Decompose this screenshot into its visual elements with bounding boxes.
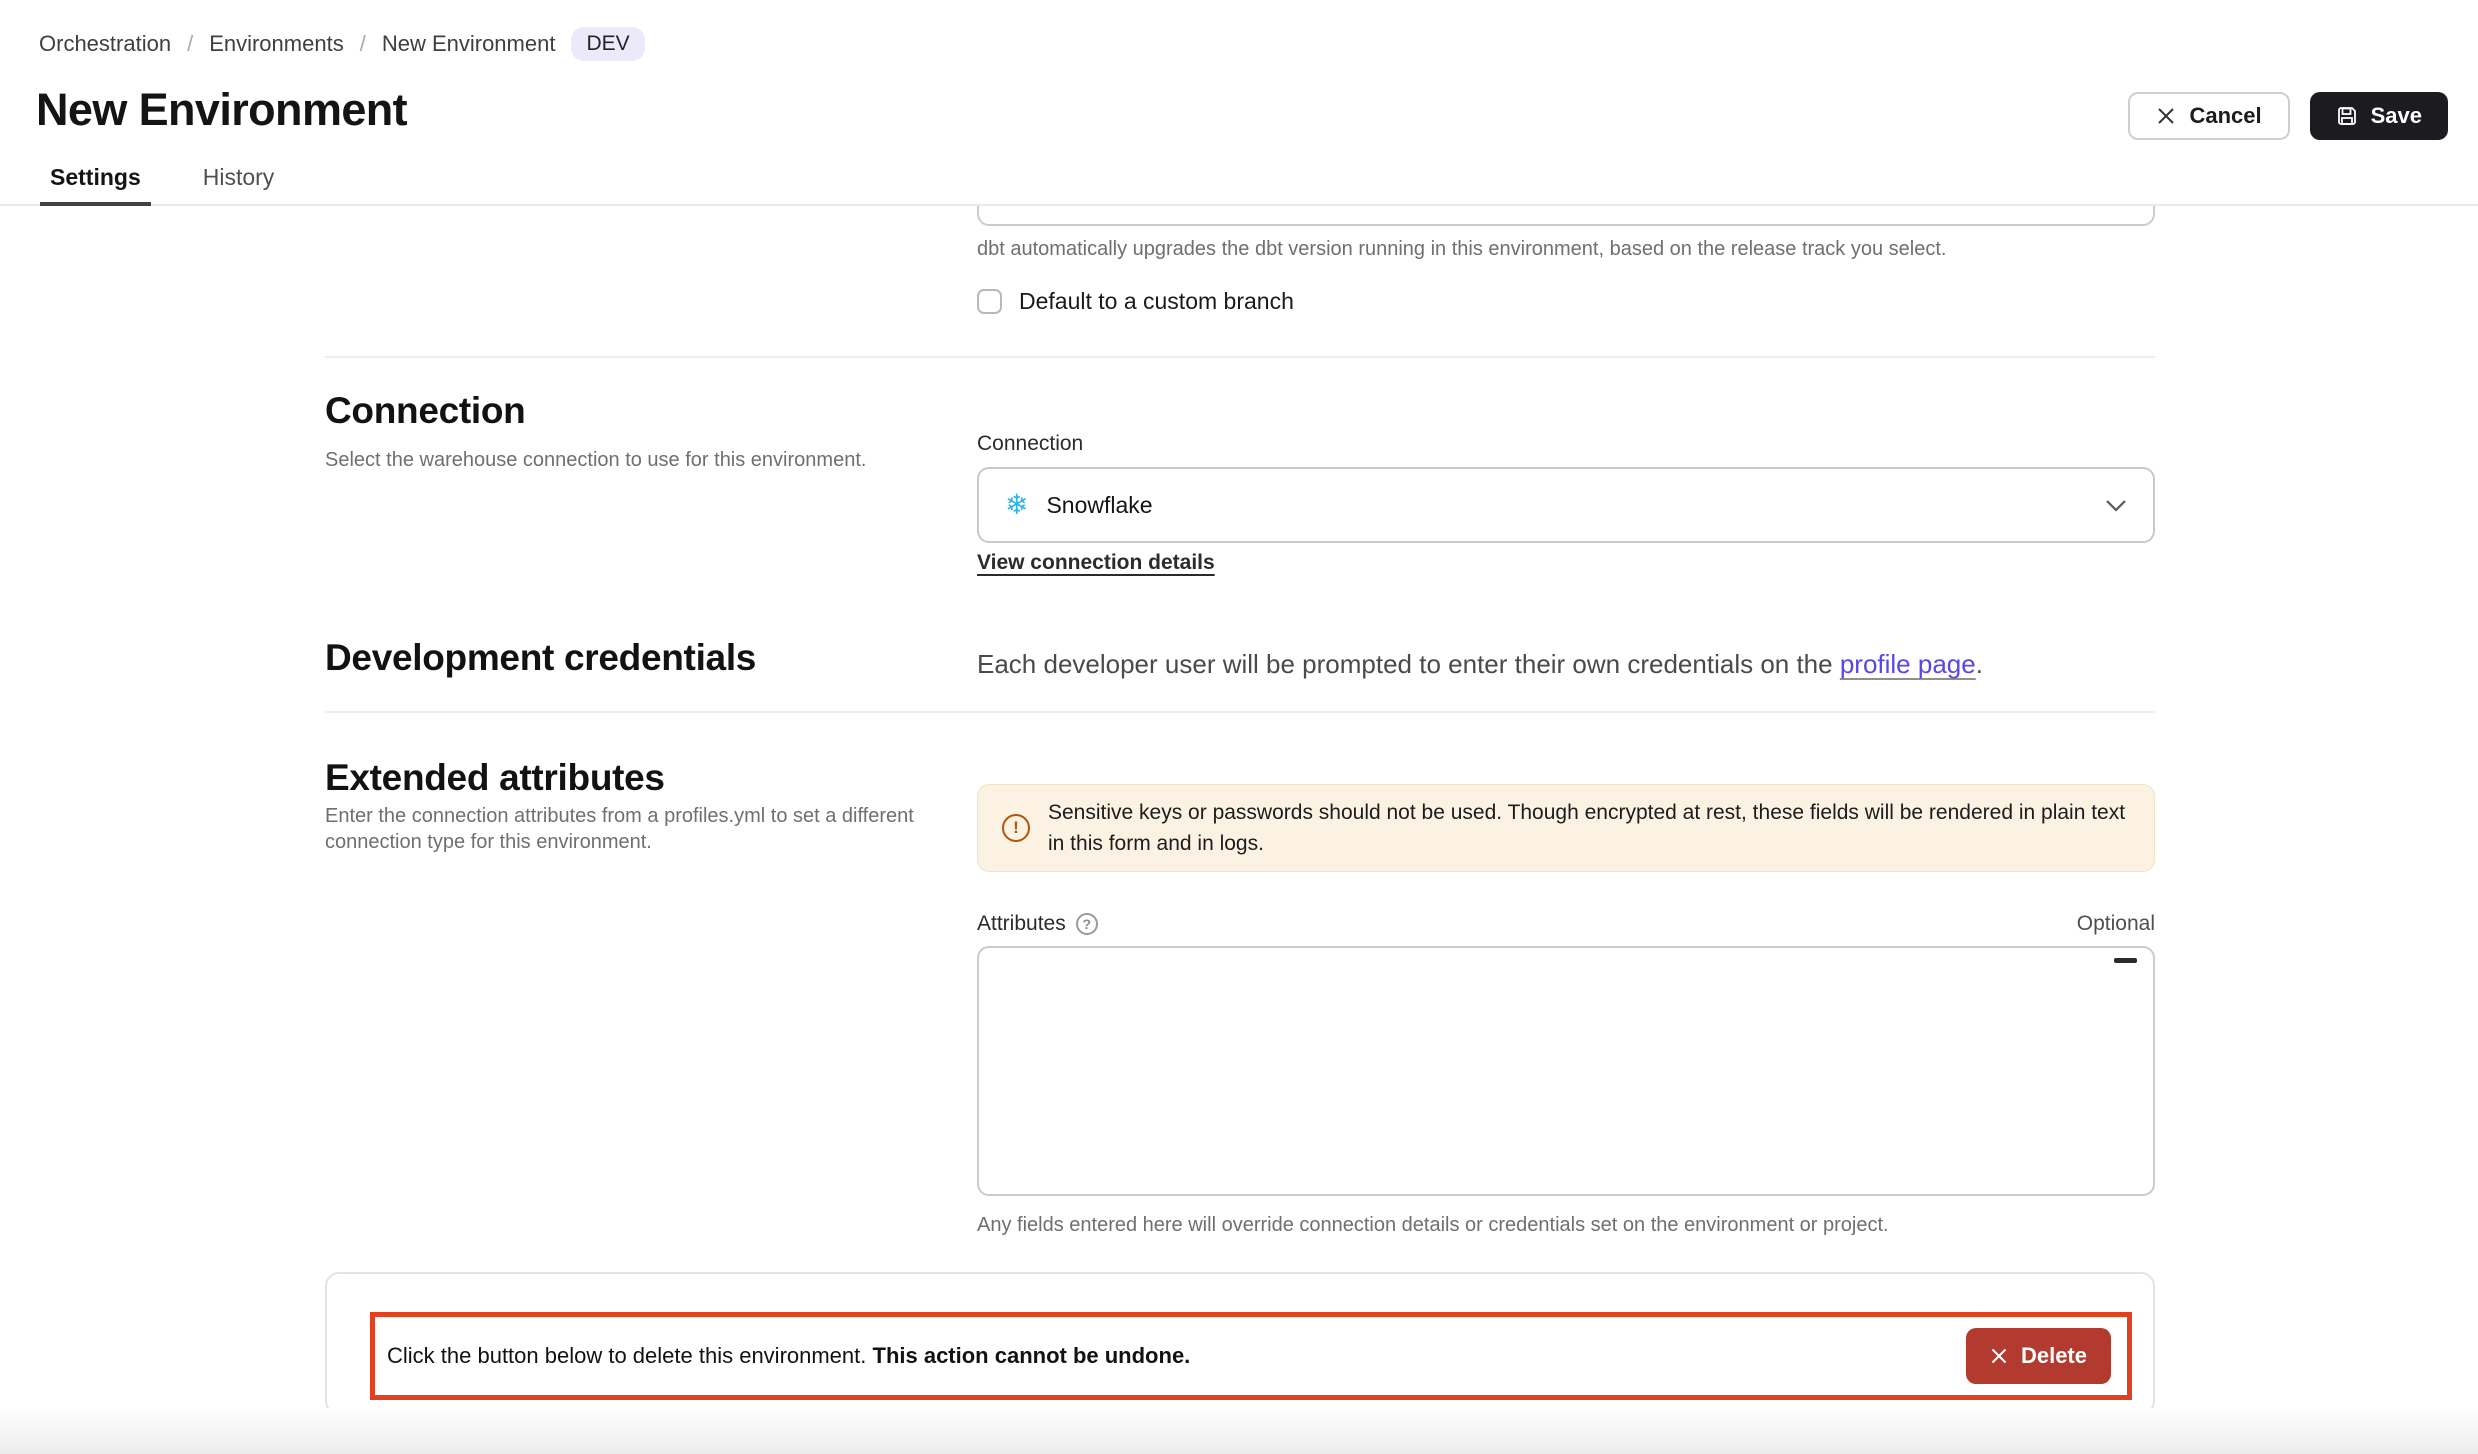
attributes-helper: Any fields entered here will override co… — [977, 1214, 1889, 1237]
save-icon — [2336, 105, 2358, 127]
connection-selected-value: Snowflake — [1046, 492, 1152, 519]
bottom-fade — [0, 1408, 2478, 1454]
tab-bar: Settings History — [0, 160, 2478, 206]
save-button[interactable]: Save — [2310, 92, 2448, 140]
connection-description: Select the warehouse connection to use f… — [325, 447, 866, 473]
breadcrumb-item-orchestration[interactable]: Orchestration — [39, 31, 171, 57]
sensitive-keys-warning-banner: ! Sensitive keys or passwords should not… — [977, 784, 2155, 872]
credentials-heading: Development credentials — [325, 637, 756, 679]
environment-settings-page: Orchestration / Environments / New Envir… — [0, 0, 2478, 1454]
danger-zone-card: Click the button below to delete this en… — [325, 1272, 2155, 1415]
close-icon — [2156, 106, 2176, 126]
tab-settings[interactable]: Settings — [46, 160, 145, 204]
section-divider — [325, 711, 2155, 713]
profile-page-link[interactable]: profile page — [1840, 649, 1976, 679]
page-title: New Environment — [36, 84, 407, 136]
optional-label: Optional — [2077, 912, 2155, 936]
tab-history[interactable]: History — [199, 160, 279, 204]
save-button-label: Save — [2371, 103, 2422, 129]
warning-text: Sensitive keys or passwords should not b… — [1048, 797, 2130, 859]
custom-branch-label: Default to a custom branch — [1019, 288, 1294, 315]
snowflake-icon: ❄ — [1005, 491, 1028, 519]
release-track-input-partial[interactable] — [977, 206, 2155, 226]
cancel-button[interactable]: Cancel — [2128, 92, 2289, 140]
connection-select[interactable]: ❄ Snowflake — [977, 467, 2155, 543]
extended-attributes-heading: Extended attributes — [325, 757, 665, 799]
connection-field-label: Connection — [977, 432, 1083, 456]
credentials-text: Each developer user will be prompted to … — [977, 649, 1983, 680]
custom-branch-checkbox[interactable] — [977, 289, 1002, 314]
breadcrumb-separator: / — [187, 31, 193, 57]
breadcrumb-item-new-environment[interactable]: New Environment — [382, 31, 556, 57]
delete-description-bold: This action cannot be undone. — [873, 1343, 1191, 1368]
release-track-helper: dbt automatically upgrades the dbt versi… — [977, 238, 1946, 261]
delete-description: Click the button below to delete this en… — [387, 1343, 1190, 1369]
connection-heading: Connection — [325, 390, 525, 432]
breadcrumb-item-environments[interactable]: Environments — [209, 31, 344, 57]
view-connection-details-link[interactable]: View connection details — [977, 551, 1215, 575]
header-actions: Cancel Save — [2128, 92, 2448, 140]
credentials-text-suffix: . — [1976, 649, 1983, 679]
custom-branch-row: Default to a custom branch — [977, 288, 1294, 315]
extended-attributes-description: Enter the connection attributes from a p… — [325, 803, 965, 855]
attributes-textarea[interactable] — [977, 946, 2155, 1196]
delete-description-normal: Click the button below to delete this en… — [387, 1343, 873, 1368]
close-icon — [1990, 1347, 2008, 1365]
attributes-label: Attributes — [977, 912, 1066, 936]
help-icon[interactable]: ? — [1076, 913, 1098, 935]
collapse-handle-icon[interactable] — [2114, 958, 2137, 963]
cancel-button-label: Cancel — [2189, 103, 2261, 129]
delete-button-label: Delete — [2021, 1343, 2087, 1369]
connection-field-label-row: Connection — [977, 432, 1083, 456]
environment-type-badge: DEV — [571, 27, 644, 61]
warning-icon: ! — [1002, 814, 1030, 842]
attributes-editor — [977, 946, 2155, 1196]
chevron-down-icon — [2105, 499, 2127, 512]
breadcrumb: Orchestration / Environments / New Envir… — [39, 27, 645, 61]
attributes-label-row: Attributes ? Optional — [977, 912, 2155, 936]
section-divider — [325, 356, 2155, 358]
delete-button[interactable]: Delete — [1966, 1328, 2111, 1384]
delete-highlight-box: Click the button below to delete this en… — [370, 1312, 2132, 1400]
credentials-text-before: Each developer user will be prompted to … — [977, 649, 1840, 679]
breadcrumb-separator: / — [360, 31, 366, 57]
